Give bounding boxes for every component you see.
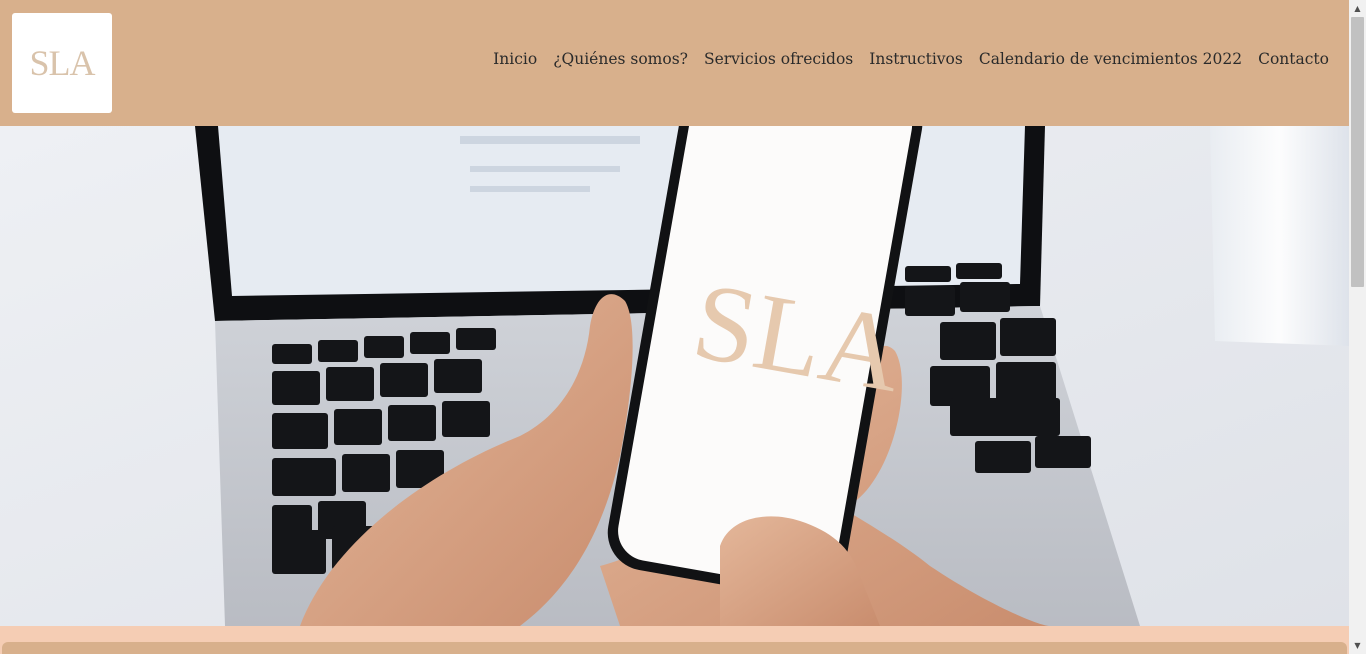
- scrollbar-thumb[interactable]: [1351, 17, 1364, 287]
- logo-text: SLA: [29, 43, 95, 83]
- nav-servicios-ofrecidos[interactable]: Servicios ofrecidos: [704, 50, 853, 68]
- hero-image: SLA: [0, 126, 1349, 626]
- nav-instructivos[interactable]: Instructivos: [869, 50, 963, 68]
- vertical-scrollbar[interactable]: ▲ ▼: [1349, 0, 1366, 654]
- nav-quienes-somos[interactable]: ¿Quiénes somos?: [553, 50, 688, 68]
- water-glass: [1210, 126, 1349, 346]
- screen-line: [460, 136, 640, 144]
- screen-line: [470, 186, 590, 192]
- site-header: SLA Inicio ¿Quiénes somos? Servicios ofr…: [0, 0, 1349, 126]
- page: SLA Inicio ¿Quiénes somos? Servicios ofr…: [0, 0, 1349, 654]
- main-nav: Inicio ¿Quiénes somos? Servicios ofrecid…: [493, 50, 1329, 68]
- content-card-top: [2, 642, 1347, 654]
- scroll-down-arrow-icon[interactable]: ▼: [1349, 637, 1366, 654]
- screen-line: [470, 166, 620, 172]
- site-logo[interactable]: SLA: [12, 13, 112, 113]
- nav-calendario[interactable]: Calendario de vencimientos 2022: [979, 50, 1242, 68]
- hero-banner: SLA: [0, 126, 1349, 626]
- scroll-up-arrow-icon[interactable]: ▲: [1349, 0, 1366, 17]
- nav-contacto[interactable]: Contacto: [1258, 50, 1329, 68]
- nav-inicio[interactable]: Inicio: [493, 50, 537, 68]
